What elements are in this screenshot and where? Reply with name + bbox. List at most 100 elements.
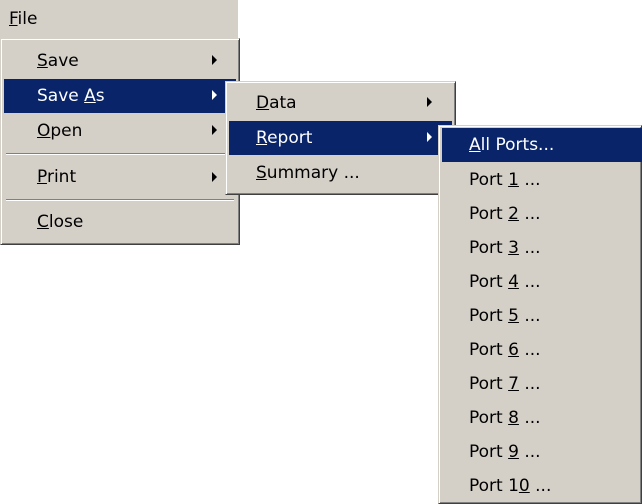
menu-item-port-10[interactable]: Port 10 ... [442,469,642,503]
accesskey: 2 [508,204,519,224]
menu-item-close-label: Close [37,205,83,239]
label-post: s [95,86,105,106]
menu-item-save[interactable]: Save [4,44,236,78]
label-pre: Save [37,86,85,106]
accesskey: A [469,135,481,155]
menu-file-label-post: ile [17,9,38,29]
accesskey: S [256,163,267,183]
menu-file[interactable]: File [5,0,41,38]
menu-item-open[interactable]: Open [4,114,236,148]
menu-item-port-6-label: Port 6 ... [469,333,541,367]
menu-item-port-2[interactable]: Port 2 ... [442,197,642,231]
label-post: ... [518,170,541,190]
label-post: ... [518,374,541,394]
label-post: ... [529,476,552,496]
submenu-arrow-icon [212,90,217,100]
label-pre: Port [469,204,509,224]
menu-item-data-label: Data [256,86,297,120]
menu-item-port-2-label: Port 2 ... [469,197,541,231]
accesskey: 4 [508,272,519,292]
submenu-arrow-icon [212,125,217,135]
menu-separator [6,199,234,201]
menu-item-port-9[interactable]: Port 9 ... [442,435,642,469]
label-pre: Port [469,408,509,428]
accesskey: C [37,212,49,232]
menu-item-port-8-label: Port 8 ... [469,401,541,435]
menu-item-port-1[interactable]: Port 1 ... [442,163,642,197]
menu-item-port-7[interactable]: Port 7 ... [442,367,642,401]
accesskey: O [37,121,51,141]
submenu-arrow-icon [212,55,217,65]
menu-separator [6,153,234,155]
menu-item-port-3-label: Port 3 ... [469,231,541,265]
report-submenu: All Ports... Port 1 ... Port 2 ... Port … [438,125,642,504]
label-post: eport [267,128,313,148]
menu-item-port-1-label: Port 1 ... [469,163,541,197]
label-pre: Port [469,272,509,292]
label-post: ... [518,442,541,462]
menu-item-print-label: Print [37,160,76,194]
accesskey: 8 [508,408,519,428]
menu-item-all-ports[interactable]: All Ports... [442,128,642,162]
submenu-arrow-icon [427,132,432,142]
label-pre: Port [469,374,509,394]
label-post: ... [518,204,541,224]
menu-item-port-7-label: Port 7 ... [469,367,541,401]
menu-item-summary-label: Summary ... [256,156,360,190]
menu-file-accesskey: F [9,9,18,29]
accesskey: 3 [508,238,519,258]
accesskey: 6 [508,340,519,360]
accesskey: A [84,86,96,106]
menu-item-summary[interactable]: Summary ... [229,156,452,190]
accesskey: 7 [508,374,519,394]
label-post: ... [518,408,541,428]
menu-item-port-3[interactable]: Port 3 ... [442,231,642,265]
label-pre: Port [469,170,509,190]
label-post: ... [518,306,541,326]
menu-item-port-4[interactable]: Port 4 ... [442,265,642,299]
menu-item-port-5[interactable]: Port 5 ... [442,299,642,333]
label-pre: Port [469,442,509,462]
menu-item-save-label: Save [37,44,79,78]
accesskey: 9 [508,442,519,462]
label-post: ummary ... [266,163,360,183]
label-post: ... [518,340,541,360]
submenu-arrow-icon [427,97,432,107]
menu-item-close[interactable]: Close [4,205,236,239]
menu-item-report-label: Report [256,121,312,155]
accesskey: S [37,51,48,71]
accesskey: 5 [508,306,519,326]
save-as-submenu: Data Report Summary ... [225,81,456,195]
label-pre: Port [469,340,509,360]
accesskey: R [256,128,268,148]
label-post: ave [47,51,79,71]
label-post: ... [518,238,541,258]
label-pre: Port [469,238,509,258]
menu-item-data[interactable]: Data [229,86,452,120]
menu-item-port-9-label: Port 9 ... [469,435,541,469]
file-menu: Save Save As Open Print Close [0,38,240,245]
menu-item-print[interactable]: Print [4,160,236,194]
label-pre: Port [469,306,509,326]
menu-item-port-8[interactable]: Port 8 ... [442,401,642,435]
label-post: pen [50,121,83,141]
label-post: ... [518,272,541,292]
menu-item-port-6[interactable]: Port 6 ... [442,333,642,367]
menu-bar: File [0,0,238,38]
menu-item-open-label: Open [37,114,82,148]
menu-item-port-4-label: Port 4 ... [469,265,541,299]
menu-item-port-5-label: Port 5 ... [469,299,541,333]
label-post: rint [46,167,77,187]
label-post: ata [269,93,297,113]
accesskey: D [256,93,270,113]
menu-item-all-ports-label: All Ports... [469,128,554,162]
accesskey: P [37,167,47,187]
label-pre: Port 1 [469,476,519,496]
menu-item-port-10-label: Port 10 ... [469,469,551,503]
label-post: lose [48,212,84,232]
accesskey: 1 [508,170,519,190]
menu-item-report[interactable]: Report [229,121,452,155]
menu-item-save-as[interactable]: Save As [4,79,236,113]
submenu-arrow-icon [212,172,217,182]
accesskey: 0 [518,476,530,496]
